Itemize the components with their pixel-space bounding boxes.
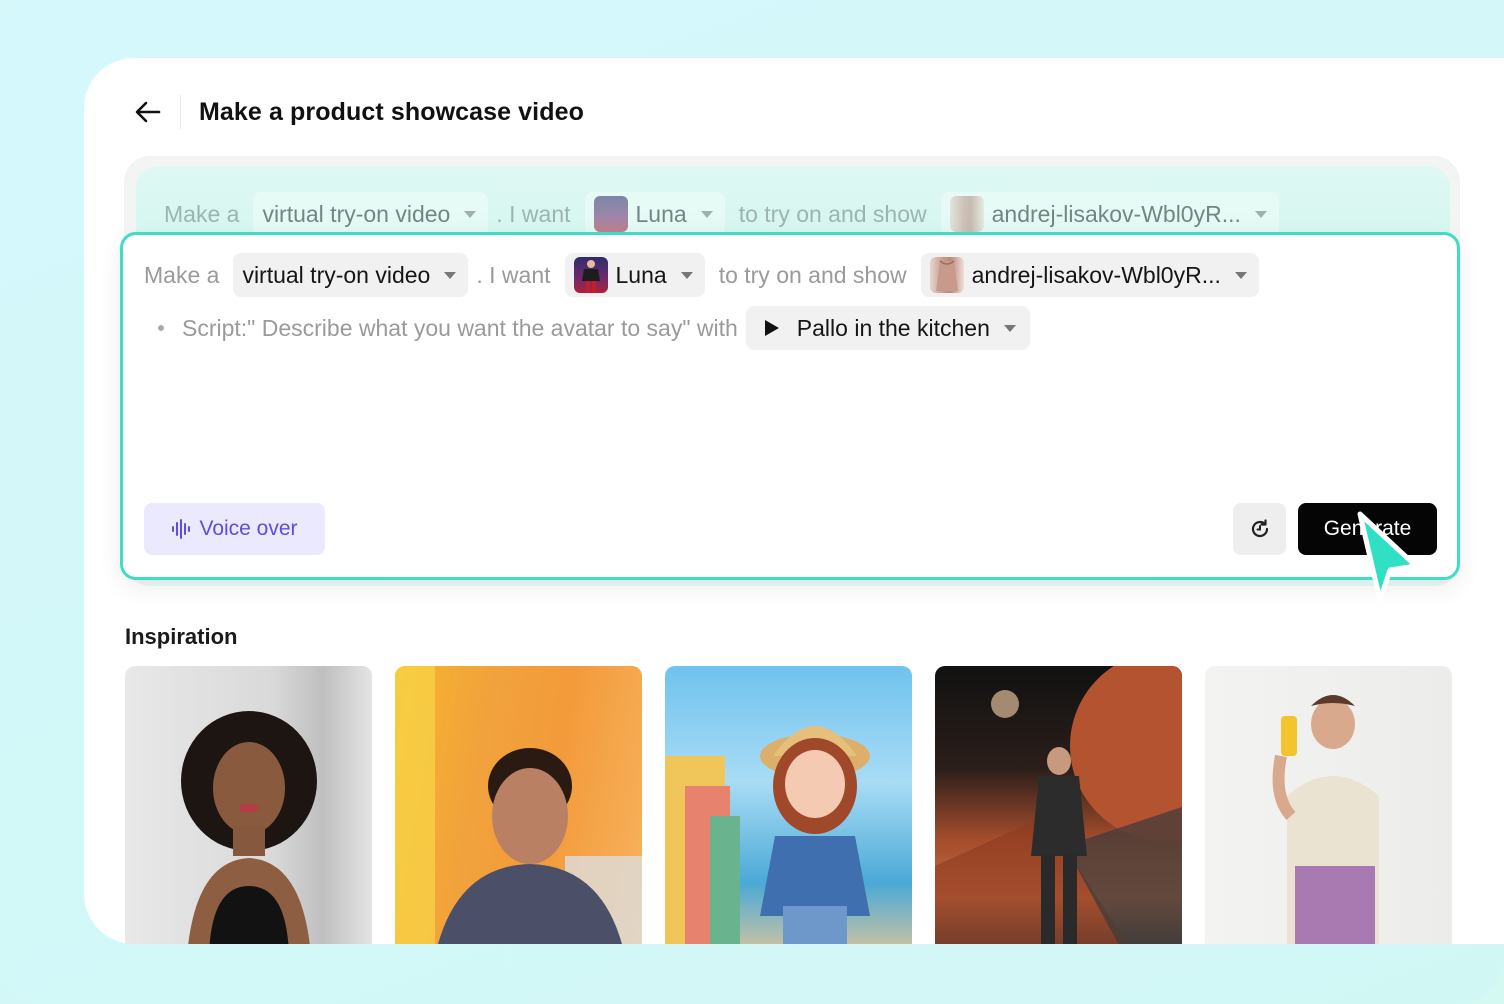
text-make-a: Make a <box>144 261 220 288</box>
ghost-product-label: andrej-lisakov-Wbl0yR... <box>991 200 1241 227</box>
prompt-row: Make a virtual try-on video . I want Lun… <box>144 253 1259 297</box>
text-i-want: . I want <box>476 261 551 288</box>
voice-label: Pallo in the kitchen <box>796 314 990 341</box>
product-thumbnail <box>929 257 964 293</box>
chevron-down-icon <box>1234 271 1247 279</box>
ghost-text-i-want: . I want <box>496 200 571 227</box>
history-icon <box>1251 519 1268 538</box>
voice-dropdown[interactable]: Pallo in the kitchen <box>745 306 1030 350</box>
script-row: Script:" Describe what you want the avat… <box>158 306 1030 350</box>
page-title: Make a product showcase video <box>199 97 584 126</box>
inspiration-tile-man-runway-mars[interactable] <box>935 666 1182 944</box>
avatar-thumbnail <box>573 257 608 293</box>
avatar-thumbnail <box>593 196 628 232</box>
history-button[interactable] <box>1233 503 1286 555</box>
voice-over-button[interactable]: Voice over <box>144 503 325 555</box>
text-try-on: to try on and show <box>718 261 907 288</box>
play-icon[interactable] <box>764 320 779 336</box>
prompt-editor[interactable]: Make a virtual try-on video . I want Lun… <box>120 232 1460 580</box>
avatar-label: Luna <box>615 261 667 288</box>
header-divider <box>180 95 181 129</box>
voice-over-label: Voice over <box>199 517 298 540</box>
avatar-dropdown[interactable]: Luna <box>564 253 705 297</box>
product-thumbnail <box>949 196 984 232</box>
ghost-video-type-chip: virtual try-on video <box>253 192 489 236</box>
ghost-product-chip: andrej-lisakov-Wbl0yR... <box>940 192 1279 236</box>
inspiration-tile-man-talking-orange-wall[interactable] <box>395 666 642 944</box>
chevron-down-icon <box>700 210 713 218</box>
product-label: andrej-lisakov-Wbl0yR... <box>971 261 1221 288</box>
chevron-down-icon <box>1003 324 1016 332</box>
bullet-icon <box>158 325 164 331</box>
main-panel: Make a product showcase video Make a vir… <box>84 58 1504 944</box>
chevron-down-icon <box>680 271 693 279</box>
ghost-avatar-label: Luna <box>635 200 687 227</box>
chevron-down-icon <box>444 271 457 279</box>
inspiration-title: Inspiration <box>125 624 238 649</box>
script-placeholder[interactable]: Script:" Describe what you want the avat… <box>182 315 738 342</box>
product-dropdown[interactable]: andrej-lisakov-Wbl0yR... <box>920 253 1259 297</box>
page-header: Make a product showcase video <box>134 92 584 132</box>
waveform-icon <box>172 519 191 539</box>
video-type-label: virtual try-on video <box>242 261 431 288</box>
inspiration-gallery <box>125 666 1452 944</box>
ghost-prompt-row: Make a virtual try-on video . I want Lun… <box>164 192 1279 236</box>
video-type-dropdown[interactable]: virtual try-on video <box>233 253 469 297</box>
inspiration-tile-cartoon-girl-seaside[interactable] <box>665 666 912 944</box>
ghost-text-make-a: Make a <box>164 200 240 227</box>
chevron-down-icon <box>1254 210 1267 218</box>
inspiration-tile-man-holding-product[interactable] <box>1205 666 1452 944</box>
mouse-cursor-icon <box>1357 511 1419 603</box>
inspiration-tile-woman-in-black-top[interactable] <box>125 666 372 944</box>
chevron-down-icon <box>464 210 477 218</box>
ghost-text-try-on: to try on and show <box>738 200 927 227</box>
back-arrow-icon[interactable] <box>134 98 162 126</box>
ghost-video-type-label: virtual try-on video <box>262 200 451 227</box>
ghost-avatar-chip: Luna <box>584 192 725 236</box>
